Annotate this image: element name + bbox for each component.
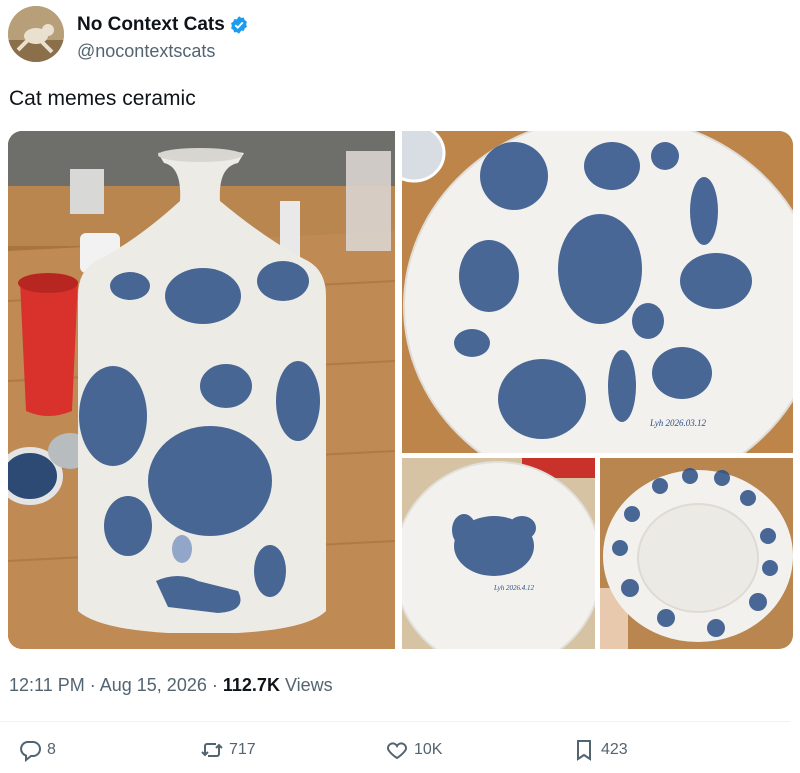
media-grid: Lyh 2026.03.12 Lyh 2026.4.12 bbox=[8, 131, 793, 649]
repost-count: 717 bbox=[229, 741, 256, 758]
avatar[interactable] bbox=[8, 6, 64, 62]
tweet-time[interactable]: 12:11 PM bbox=[9, 675, 85, 695]
bookmark-button[interactable]: 423 bbox=[572, 738, 628, 762]
action-bar: 8 717 10K 423 bbox=[0, 738, 800, 772]
bookmark-icon bbox=[577, 740, 591, 761]
rim-plate-photo[interactable] bbox=[600, 458, 793, 649]
tweet-text: Cat memes ceramic bbox=[9, 87, 196, 110]
repost-button[interactable]: 717 bbox=[200, 738, 256, 762]
meta-separator: · bbox=[89, 675, 96, 695]
plate-signature: Lyh 2026.03.12 bbox=[649, 418, 706, 428]
bookmark-count: 423 bbox=[601, 741, 628, 758]
small-plate-signature: Lyh 2026.4.12 bbox=[493, 584, 535, 592]
like-count: 10K bbox=[414, 741, 443, 758]
verified-badge-icon bbox=[230, 16, 247, 34]
meta-separator-2: · bbox=[211, 675, 218, 695]
plate-photo-small[interactable]: Lyh 2026.4.12 bbox=[393, 458, 603, 649]
repost-icon bbox=[201, 743, 223, 757]
reply-count: 8 bbox=[47, 741, 56, 758]
views-label: Views bbox=[284, 675, 333, 695]
name-row: No Context Cats bbox=[77, 14, 249, 36]
like-button[interactable]: 10K bbox=[385, 738, 442, 762]
reply-icon bbox=[20, 741, 41, 762]
plate-photo-large[interactable]: Lyh 2026.03.12 bbox=[382, 131, 793, 497]
tweet-header: No Context Cats @nocontextscats bbox=[8, 6, 788, 66]
display-name[interactable]: No Context Cats bbox=[77, 14, 225, 36]
tweet-date[interactable]: Aug 15, 2026 bbox=[100, 675, 207, 695]
reply-button[interactable]: 8 bbox=[18, 738, 56, 762]
heart-icon bbox=[386, 742, 408, 760]
author-handle[interactable]: @nocontextscats bbox=[77, 41, 215, 62]
divider bbox=[0, 721, 790, 722]
vase-photo[interactable] bbox=[8, 131, 396, 649]
views-count: 112.7K bbox=[222, 675, 280, 695]
tweet-meta: 12:11 PM · Aug 15, 2026 · 112.7K Views bbox=[9, 675, 333, 696]
